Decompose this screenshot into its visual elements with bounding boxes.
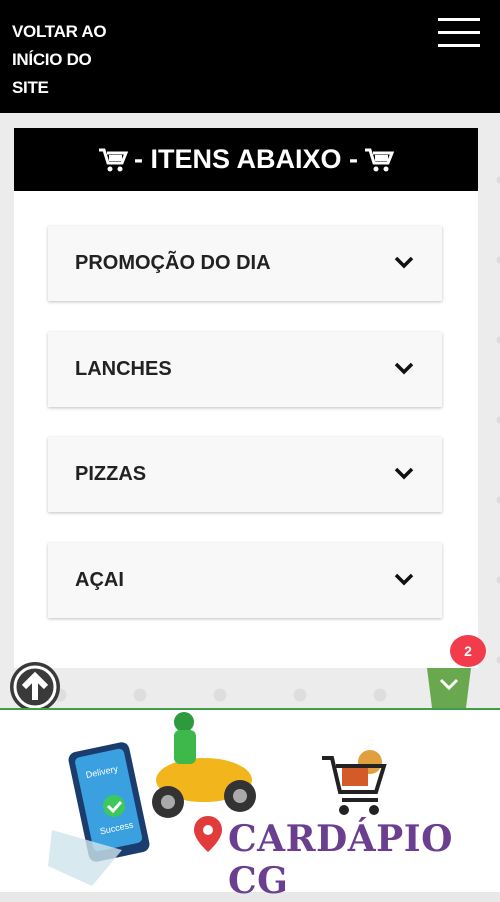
items-panel: - ITENS ABAIXO - PROMOÇÃO DO DIA LANCHES…	[14, 128, 478, 668]
arrow-up-icon	[13, 665, 57, 709]
category-label: PIZZAS	[75, 463, 147, 485]
panel-title-text: - ITENS ABAIXO -	[133, 144, 358, 174]
panel-title: - ITENS ABAIXO -	[14, 128, 478, 191]
category-acai[interactable]: AÇAI	[48, 543, 442, 618]
chevron-down-icon	[394, 362, 414, 375]
category-label: PROMOÇÃO DO DIA	[75, 252, 271, 274]
category-pizzas[interactable]: PIZZAS	[48, 437, 442, 512]
back-to-site-link[interactable]: VOLTAR AO INÍCIO DO SITE	[12, 18, 132, 102]
top-header: VOLTAR AO INÍCIO DO SITE	[0, 0, 500, 113]
category-label: AÇAI	[75, 569, 124, 591]
cart-icon	[98, 148, 128, 171]
category-promocao[interactable]: PROMOÇÃO DO DIA	[48, 226, 442, 301]
category-lanches[interactable]: LANCHES	[48, 332, 442, 407]
chevron-down-icon	[394, 573, 414, 586]
scroll-to-top-button[interactable]	[10, 662, 60, 712]
brand-title: CARDÁPIO CG	[228, 818, 453, 902]
cart-icon	[322, 750, 387, 815]
cart-icon	[365, 148, 394, 171]
chevron-down-icon	[394, 467, 414, 480]
chevron-down-icon	[394, 256, 414, 269]
cart-count-badge: 2	[450, 635, 486, 667]
hamburger-menu-icon[interactable]	[438, 18, 480, 48]
footer-banner: Delivery Success CARDÁPIO CG	[0, 708, 500, 902]
category-label: LANCHES	[75, 358, 172, 380]
